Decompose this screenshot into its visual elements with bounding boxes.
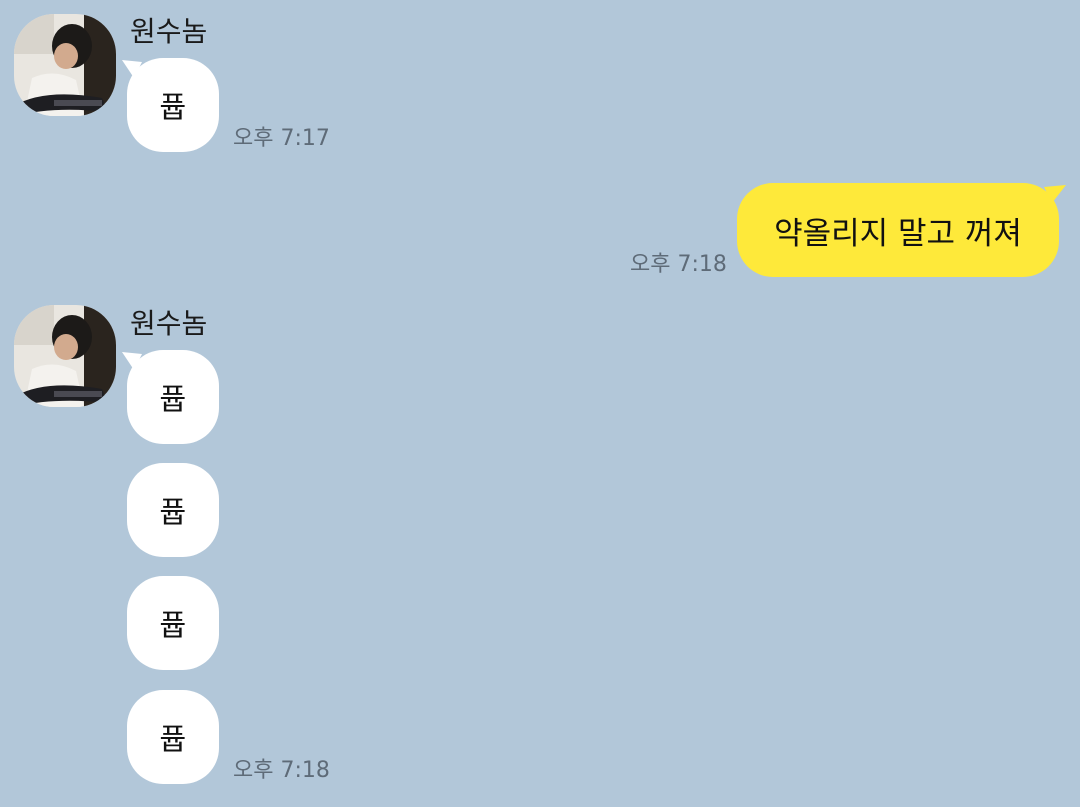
message-text: 퓹 xyxy=(159,382,187,416)
message-time: 오후 7:18 xyxy=(233,758,330,783)
incoming-message[interactable]: 퓹 xyxy=(127,463,219,557)
message-text: 퓹 xyxy=(159,722,187,756)
incoming-message[interactable]: 퓹 xyxy=(127,58,219,152)
avatar-photo xyxy=(14,305,116,407)
message-time: 오후 7:18 xyxy=(630,252,727,277)
outgoing-message[interactable]: 약올리지 말고 꺼져 xyxy=(737,183,1059,277)
message-time: 오후 7:17 xyxy=(233,126,330,151)
incoming-message[interactable]: 퓹 xyxy=(127,576,219,670)
message-text: 퓹 xyxy=(159,608,187,642)
avatar-photo xyxy=(14,14,116,116)
sender-avatar[interactable] xyxy=(14,305,116,407)
message-text: 약올리지 말고 꺼져 xyxy=(774,215,1022,252)
sender-name: 원수놈 xyxy=(130,307,208,340)
sender-name: 원수놈 xyxy=(130,15,208,48)
bubble-tail xyxy=(1044,185,1066,203)
incoming-message[interactable]: 퓹 xyxy=(127,690,219,784)
message-text: 퓹 xyxy=(159,495,187,529)
message-text: 퓹 xyxy=(159,90,187,124)
chat-room: 원수놈 퓹 오후 7:17 오후 7:18 약올리지 말고 꺼져 원수놈 퓹 퓹 xyxy=(0,0,1080,807)
sender-avatar[interactable] xyxy=(14,14,116,116)
incoming-message[interactable]: 퓹 xyxy=(127,350,219,444)
